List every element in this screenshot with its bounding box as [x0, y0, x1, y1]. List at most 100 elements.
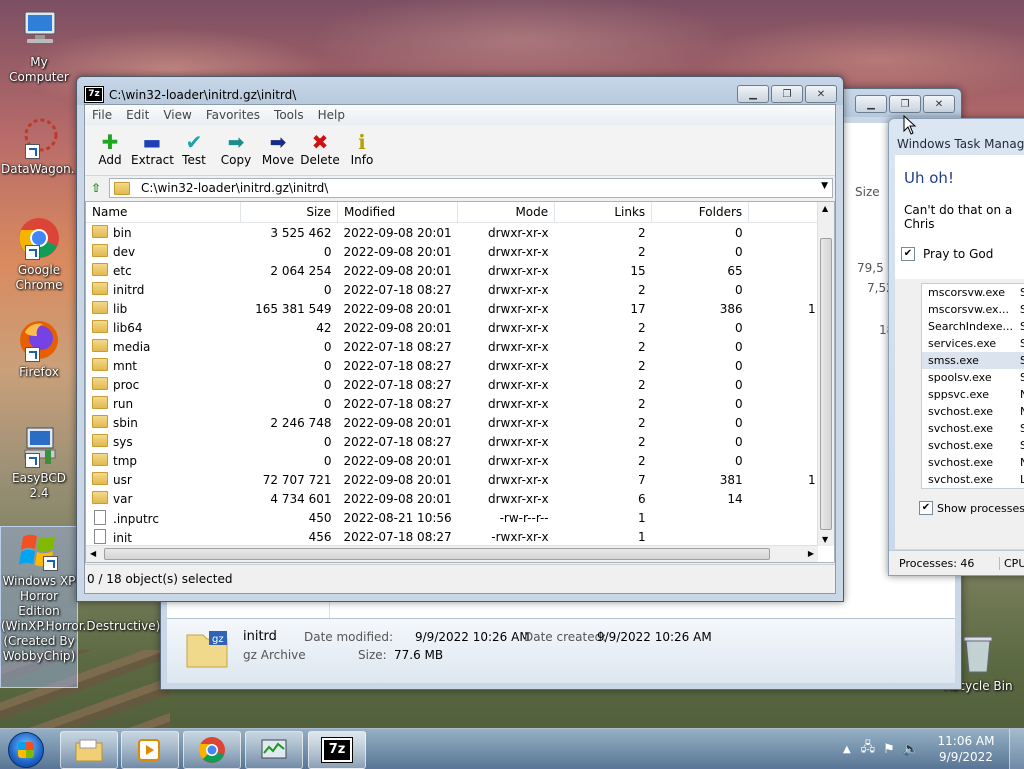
pray-checkbox-label: Pray to God: [923, 247, 994, 261]
taskbar-media-player[interactable]: [121, 731, 179, 769]
action-center-flag-icon[interactable]: ⚑: [883, 742, 895, 757]
file-row[interactable]: lib 165 381 549 2022-09-08 20:01 drwxr-xr-x…: [86, 299, 822, 318]
process-row[interactable]: spoolsv.exe S: [922, 369, 1024, 386]
process-row[interactable]: services.exe S: [922, 335, 1024, 352]
file-row[interactable]: initrd 0 2022-07-18 08:27 drwxr-xr-x 2 0: [86, 280, 822, 299]
cell-modified: 2022-08-21 10:56: [343, 510, 452, 525]
file-row[interactable]: lib64 42 2022-09-08 20:01 drwxr-xr-x 2 0: [86, 318, 822, 337]
tray-expand-icon[interactable]: ▲: [843, 744, 851, 755]
taskbar-explorer[interactable]: [60, 731, 118, 769]
maximize-button[interactable]: ❐: [771, 85, 803, 103]
process-row[interactable]: mscorsvw.exe S: [922, 284, 1024, 301]
checkbox-checked-icon[interactable]: ✔: [901, 247, 915, 261]
menu-file[interactable]: File: [85, 108, 119, 122]
file-row[interactable]: .inputrc 450 2022-08-21 10:56 -rw-r--r-- 1: [86, 508, 822, 527]
up-folder-button[interactable]: ⇧: [87, 179, 105, 197]
desktop-icon-winxp-horror[interactable]: Windows XP Horror Edition (WinXP.Horror.…: [0, 526, 160, 688]
chrome-icon: [198, 737, 225, 763]
cell-name: var: [86, 489, 241, 508]
file-row[interactable]: var 4 734 601 2022-09-08 20:01 drwxr-xr-x 6 1…: [86, 489, 822, 508]
scroll-down-icon[interactable]: ▼: [822, 535, 828, 544]
process-list[interactable]: mscorsvw.exe Smscorsvw.ex... S SearchIndexe…: [921, 283, 1024, 489]
info-button[interactable]: ℹ Info: [341, 125, 383, 175]
cell-folders: 0: [735, 358, 743, 373]
scroll-right-icon[interactable]: ▶: [808, 549, 814, 558]
menu-help[interactable]: Help: [311, 108, 352, 122]
taskbar-7zip[interactable]: 7z: [308, 731, 366, 769]
desktop-icon-easybcd[interactable]: EasyBCD 2.4: [1, 424, 77, 501]
pray-checkbox[interactable]: ✔ Pray to God: [901, 247, 993, 261]
file-name: media: [113, 340, 151, 354]
desktop-icon-datawagon[interactable]: DataWagon...: [1, 115, 82, 177]
menu-view[interactable]: View: [156, 108, 198, 122]
col-modified[interactable]: Modified: [337, 202, 459, 223]
col-links[interactable]: Links: [554, 202, 653, 223]
address-field[interactable]: C:\win32-loader\initrd.gz\initrd\ ▼: [109, 178, 833, 198]
show-all-processes-checkbox[interactable]: ✔ Show processes fr: [919, 501, 1024, 515]
process-row[interactable]: smss.exe S: [922, 352, 1024, 369]
process-row[interactable]: SearchIndexe... S: [922, 318, 1024, 335]
horizontal-scrollbar[interactable]: ◀ ▶: [86, 545, 818, 562]
menu-bar: File Edit View Favorites Tools Help: [85, 105, 835, 125]
process-row[interactable]: mscorsvw.ex... S: [922, 301, 1024, 318]
scroll-thumb[interactable]: [104, 548, 770, 560]
process-row[interactable]: svchost.exe S: [922, 437, 1024, 454]
file-row[interactable]: dev 0 2022-09-08 20:01 drwxr-xr-x 2 0: [86, 242, 822, 261]
file-row[interactable]: run 0 2022-07-18 08:27 drwxr-xr-x 2 0: [86, 394, 822, 413]
task-manager-window[interactable]: Windows Task Manager Uh oh! Can't do tha…: [888, 118, 1024, 576]
col-folders[interactable]: Folders: [651, 202, 750, 223]
move-button[interactable]: ➡ Move: [257, 125, 299, 175]
menu-tools[interactable]: Tools: [267, 108, 311, 122]
start-button[interactable]: [8, 732, 44, 768]
file-row[interactable]: sbin 2 246 748 2022-09-08 20:01 drwxr-xr-x 2…: [86, 413, 822, 432]
file-name: proc: [113, 378, 140, 392]
7zip-window[interactable]: 7z C:\win32-loader\initrd.gz\initrd\ ▁ ❐…: [76, 76, 844, 602]
file-row[interactable]: sys 0 2022-07-18 08:27 drwxr-xr-x 2 0: [86, 432, 822, 451]
vertical-scrollbar[interactable]: ▲ ▼: [817, 202, 834, 546]
clock[interactable]: 11:06 AM 9/9/2022: [923, 733, 1009, 765]
col-name[interactable]: Name: [86, 202, 241, 223]
minimize-button[interactable]: ▁: [737, 85, 769, 103]
col-size[interactable]: Size: [240, 202, 338, 223]
maximize-button[interactable]: ❐: [889, 95, 921, 113]
close-button[interactable]: ✕: [805, 85, 837, 103]
extract-button[interactable]: ▬ Extract: [131, 125, 174, 175]
file-list[interactable]: Name Size Modified Mode Links Folders bi…: [85, 201, 835, 563]
file-row[interactable]: proc 0 2022-07-18 08:27 drwxr-xr-x 2 0: [86, 375, 822, 394]
file-row[interactable]: tmp 0 2022-09-08 20:01 drwxr-xr-x 2 0: [86, 451, 822, 470]
checkbox-checked-icon[interactable]: ✔: [919, 501, 933, 515]
scroll-up-icon[interactable]: ▲: [822, 204, 828, 213]
add-button[interactable]: ✚ Add: [89, 125, 131, 175]
file-row[interactable]: etc 2 064 254 2022-09-08 20:01 drwxr-xr-x 15…: [86, 261, 822, 280]
file-row[interactable]: init 456 2022-07-18 08:27 -rwxr-xr-x 1: [86, 527, 822, 546]
desktop-icon-firefox[interactable]: Firefox: [1, 318, 77, 380]
file-row[interactable]: mnt 0 2022-07-18 08:27 drwxr-xr-x 2 0: [86, 356, 822, 375]
cell-modified: 2022-07-18 08:27: [343, 358, 452, 373]
desktop-icon-chrome[interactable]: Google Chrome: [1, 216, 77, 293]
copy-button[interactable]: ➡ Copy: [215, 125, 257, 175]
network-icon[interactable]: 🖧: [861, 738, 876, 760]
process-row[interactable]: svchost.exe L: [922, 471, 1024, 488]
volume-icon[interactable]: 🔈: [903, 742, 919, 757]
test-button[interactable]: ✔ Test: [173, 125, 215, 175]
taskbar-task-manager[interactable]: [245, 731, 303, 769]
process-row[interactable]: svchost.exe S: [922, 420, 1024, 437]
minimize-button[interactable]: ▁: [855, 95, 887, 113]
chevron-down-icon[interactable]: ▼: [821, 181, 828, 191]
process-row[interactable]: sppsvc.exe N: [922, 386, 1024, 403]
file-row[interactable]: bin 3 525 462 2022-09-08 20:01 drwxr-xr-x 2 0: [86, 223, 822, 243]
process-row[interactable]: svchost.exe N: [922, 454, 1024, 471]
desktop-icon-my-computer[interactable]: My Computer: [1, 8, 77, 85]
show-desktop-button[interactable]: [1009, 729, 1024, 769]
file-row[interactable]: media 0 2022-07-18 08:27 drwxr-xr-x 2 0: [86, 337, 822, 356]
menu-favorites[interactable]: Favorites: [199, 108, 267, 122]
col-mode[interactable]: Mode: [457, 202, 556, 223]
process-row[interactable]: svchost.exe N: [922, 403, 1024, 420]
scroll-thumb[interactable]: [820, 238, 832, 530]
menu-edit[interactable]: Edit: [119, 108, 156, 122]
taskbar-chrome[interactable]: [183, 731, 241, 769]
scroll-left-icon[interactable]: ◀: [90, 549, 96, 558]
close-button[interactable]: ✕: [923, 95, 955, 113]
delete-button[interactable]: ✖ Delete: [299, 125, 341, 175]
file-row[interactable]: usr 72 707 721 2022-09-08 20:01 drwxr-xr-x 7…: [86, 470, 822, 489]
